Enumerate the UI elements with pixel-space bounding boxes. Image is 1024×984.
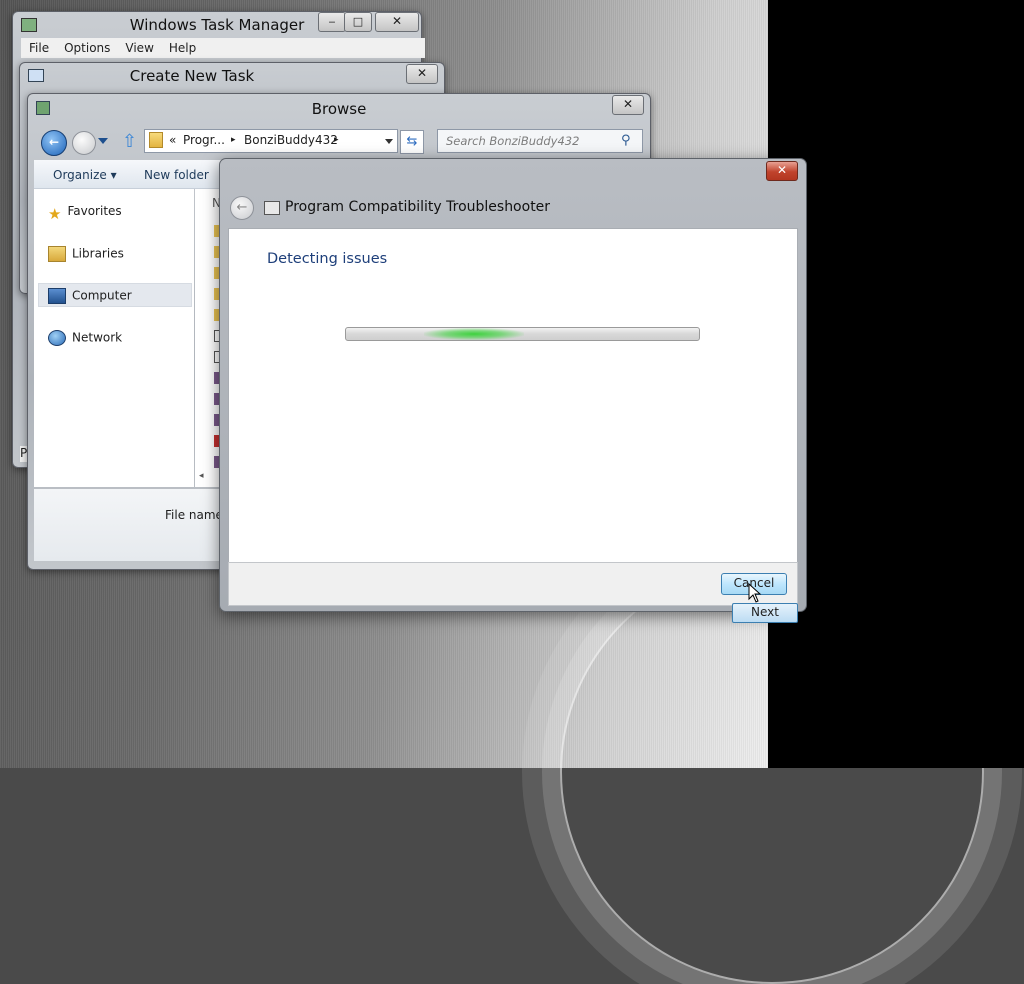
address-overflow[interactable]: « [169, 133, 176, 147]
nav-item-libraries[interactable]: Libraries [48, 246, 124, 262]
progress-glow [424, 328, 524, 340]
troubleshooter-window[interactable]: ✕ ← Program Compatibility Troubleshooter… [219, 158, 807, 612]
address-segment-bonzibuddy[interactable]: BonziBuddy432 [244, 133, 338, 147]
search-box[interactable]: Search BonziBuddy432 ⚲ [437, 129, 643, 153]
create-task-title: Create New Task [129, 67, 255, 85]
network-icon [48, 330, 66, 346]
star-icon: ★ [48, 204, 62, 223]
nav-item-favorites[interactable]: ★ Favorites [48, 204, 122, 223]
search-icon: ⚲ [621, 133, 631, 148]
browse-close-button[interactable]: ✕ [612, 95, 644, 115]
address-dropdown-icon[interactable] [385, 139, 393, 144]
browse-title: Browse [311, 100, 367, 118]
file-name-label: File name: [165, 508, 227, 522]
detecting-issues-heading: Detecting issues [267, 251, 388, 267]
recent-pages-dropdown-icon[interactable] [98, 138, 108, 144]
troubleshooter-close-button[interactable]: ✕ [766, 161, 798, 181]
nav-label-libraries: Libraries [72, 246, 124, 261]
minimize-button[interactable]: ‒ [318, 12, 346, 32]
marquee-progress-bar [345, 327, 700, 341]
scroll-left-icon[interactable]: ◂ [199, 471, 204, 481]
navigation-pane: ★ Favorites Libraries Computer Network [34, 189, 194, 487]
back-arrow-icon: ← [48, 135, 60, 149]
back-arrow-icon: ← [236, 200, 248, 215]
troubleshooter-title: Program Compatibility Troubleshooter [285, 199, 551, 215]
address-separator-icon[interactable]: ▸ [231, 135, 236, 145]
back-button[interactable]: ← [41, 130, 67, 156]
new-folder-button[interactable]: New folder [144, 168, 209, 182]
computer-icon [48, 288, 66, 304]
create-task-close-button[interactable]: ✕ [406, 64, 438, 84]
menu-view[interactable]: View [117, 38, 160, 55]
mouse-cursor-icon [748, 582, 762, 606]
address-segment-programs[interactable]: Progr... [183, 133, 225, 147]
address-separator-icon[interactable]: ▸ [334, 135, 339, 145]
search-placeholder: Search BonziBuddy432 [446, 134, 580, 148]
menu-help[interactable]: Help [161, 38, 203, 55]
task-manager-close-button[interactable]: ✕ [375, 12, 419, 32]
troubleshooter-back-button[interactable]: ← [230, 196, 254, 220]
forward-button[interactable] [72, 131, 96, 155]
nav-label-favorites: Favorites [67, 204, 122, 218]
troubleshooter-footer: Cancel [228, 562, 798, 606]
browse-bottom-panel: File name: [34, 489, 234, 561]
troubleshooter-content: Detecting issues [228, 228, 798, 563]
menu-file[interactable]: File [21, 38, 56, 55]
nav-label-network: Network [72, 330, 123, 345]
folder-icon [149, 132, 163, 148]
task-manager-menu-bar: File Options View Help [21, 38, 425, 58]
menu-options[interactable]: Options [56, 38, 117, 55]
next-button[interactable]: Next [732, 603, 798, 623]
refresh-button[interactable]: ⇆ [400, 130, 424, 154]
address-bar[interactable]: « Progr... ▸ BonziBuddy432 ▸ [144, 129, 398, 153]
nav-label-computer: Computer [72, 288, 132, 303]
organize-menu[interactable]: Organize ▾ [53, 168, 117, 182]
maximize-button[interactable]: □ [344, 12, 372, 32]
troubleshooter-icon [264, 201, 280, 215]
up-folder-icon[interactable]: ⇧ [122, 131, 137, 152]
nav-item-network[interactable]: Network [48, 330, 122, 346]
nav-item-computer[interactable]: Computer [48, 288, 132, 304]
libraries-icon [48, 246, 66, 262]
refresh-icon: ⇆ [406, 134, 418, 149]
